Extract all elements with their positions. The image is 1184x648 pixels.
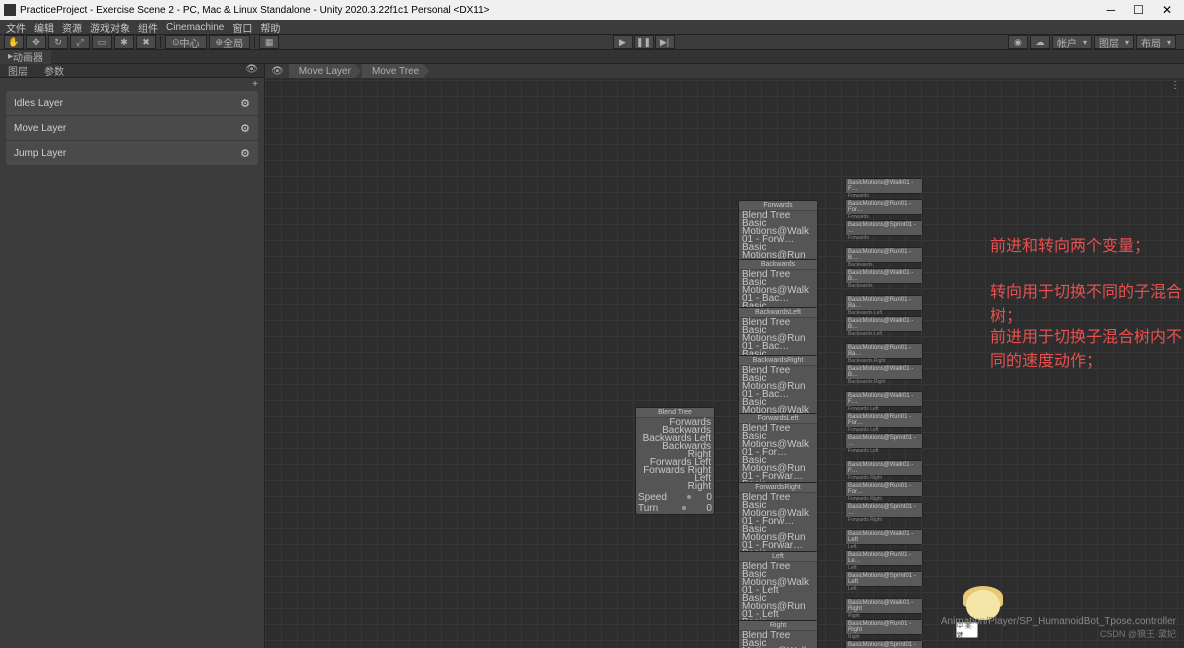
animator-canvas[interactable]: 👁 Move Layer Move Tree ⋮ Blend Tree Forw… xyxy=(265,64,1184,648)
node-motion-clip[interactable]: BasicMotions@Walk01 - LeftLeft xyxy=(845,529,923,545)
collab-icon[interactable]: ◉ xyxy=(1008,35,1028,49)
node-motion-clip[interactable]: BasicMotions@Walk01 - B…Backwards Left xyxy=(845,316,923,332)
credit: CSDN @狼王·黛妃 xyxy=(941,627,1176,640)
minimize-button[interactable]: ─ xyxy=(1107,3,1116,17)
tab-layers[interactable]: 图层 xyxy=(0,64,36,77)
node-motion-clip[interactable]: BasicMotions@Run01 - For…Forwards xyxy=(845,199,923,215)
node-motion-clip[interactable]: BasicMotions@Walk01 - B…Backwards xyxy=(845,268,923,284)
node-sub-blend-tree[interactable]: RightBlend TreeBasic Motions@Walk 01 - R… xyxy=(738,620,818,648)
rect-tool[interactable]: ▭ xyxy=(92,35,112,49)
layer-move[interactable]: Move Layer⚙ xyxy=(6,116,258,140)
custom-tool[interactable]: ✖ xyxy=(136,35,156,49)
node-motion-clip[interactable]: BasicMotions@Walk01 - F…Forwards Left xyxy=(845,391,923,407)
pivot-toggle[interactable]: ⊙中心 xyxy=(165,35,207,49)
auto-live-link-icon[interactable]: 👁 xyxy=(267,66,288,77)
node-motion-clip[interactable]: BasicMotions@Sprint01 - …Forwards Right xyxy=(845,502,923,518)
menu-window[interactable]: 窗口 xyxy=(232,20,252,35)
toolbar: ✋ ✥ ↻ ⤢ ▭ ✱ ✖ ⊙中心 ⊕全局 ▦ ▶ ❚❚ ▶| ◉ ☁ 帐户 图… xyxy=(0,34,1184,50)
space-toggle[interactable]: ⊕全局 xyxy=(209,35,251,49)
scale-tool[interactable]: ⤢ xyxy=(70,35,90,49)
add-layer-button[interactable]: + xyxy=(252,79,258,90)
annotation-3: 前进用于切换子混合树内不同的速度动作； xyxy=(990,323,1184,371)
node-motion-clip[interactable]: BasicMotions@Run01 - For…Forwards Right xyxy=(845,481,923,497)
node-motion-clip[interactable]: BasicMotions@Run01 - RightRight xyxy=(845,619,923,635)
menu-file[interactable]: 文件 xyxy=(6,20,26,35)
layout-dropdown[interactable]: 布局 xyxy=(1136,35,1176,49)
transform-tool[interactable]: ✱ xyxy=(114,35,134,49)
pause-button[interactable]: ❚❚ xyxy=(634,35,654,49)
panel-tabs: ▸ 动画器 xyxy=(0,50,1184,64)
canvas-menu-icon[interactable]: ⋮ xyxy=(1170,80,1180,91)
gear-icon[interactable]: ⚙ xyxy=(240,122,250,135)
cloud-icon[interactable]: ☁ xyxy=(1030,35,1050,49)
crumb-layer[interactable]: Move Layer xyxy=(289,64,361,78)
node-motion-clip[interactable]: BasicMotions@Walk01 - RightRight xyxy=(845,598,923,614)
node-motion-clip[interactable]: BasicMotions@Sprint01 - …Right xyxy=(845,640,923,648)
node-motion-clip[interactable]: BasicMotions@Walk01 - F…Forwards xyxy=(845,178,923,194)
menu-help[interactable]: 帮助 xyxy=(260,20,280,35)
node-blend-tree-root[interactable]: Blend Tree ForwardsBackwardsBackwards Le… xyxy=(635,407,715,515)
gear-icon[interactable]: ⚙ xyxy=(240,97,250,110)
step-button[interactable]: ▶| xyxy=(655,35,675,49)
maximize-button[interactable]: ☐ xyxy=(1133,3,1144,17)
hand-tool[interactable]: ✋ xyxy=(4,35,24,49)
menubar: 文件 编辑 资源 游戏对象 组件 Cinemachine 窗口 帮助 xyxy=(0,20,1184,34)
unity-icon xyxy=(4,4,16,16)
breadcrumb: 👁 Move Layer Move Tree xyxy=(265,64,1184,78)
move-tool[interactable]: ✥ xyxy=(26,35,46,49)
node-motion-clip[interactable]: BasicMotions@Walk01 - F…Forwards Right xyxy=(845,460,923,476)
footer: Animation/Player/SP_HumanoidBot_Tpose.co… xyxy=(941,616,1176,640)
layer-jump[interactable]: Jump Layer⚙ xyxy=(6,141,258,165)
snap-toggle[interactable]: ▦ xyxy=(259,35,279,49)
titlebar: PracticeProject - Exercise Scene 2 - PC,… xyxy=(0,0,1184,20)
layers-dropdown[interactable]: 图层 xyxy=(1094,35,1134,49)
annotation-1: 前进和转向两个变量； xyxy=(990,232,1150,256)
window-title: PracticeProject - Exercise Scene 2 - PC,… xyxy=(20,5,490,16)
rotate-tool[interactable]: ↻ xyxy=(48,35,68,49)
node-motion-clip[interactable]: BasicMotions@Walk01 - B…Backwards Right xyxy=(845,364,923,380)
menu-component[interactable]: 组件 xyxy=(138,20,158,35)
asset-path: Animation/Player/SP_HumanoidBot_Tpose.co… xyxy=(941,616,1176,627)
crumb-tree[interactable]: Move Tree xyxy=(362,64,429,78)
node-motion-clip[interactable]: BasicMotions@Sprint01 - LeftLeft xyxy=(845,571,923,587)
menu-assets[interactable]: 资源 xyxy=(62,20,82,35)
play-button[interactable]: ▶ xyxy=(613,35,633,49)
close-button[interactable]: ✕ xyxy=(1162,3,1172,17)
tab-parameters[interactable]: 参数 xyxy=(36,64,72,77)
node-motion-clip[interactable]: BasicMotions@Sprint01 - …Forwards Left xyxy=(845,433,923,449)
node-motion-clip[interactable]: BasicMotions@Run01 - B…Backwards xyxy=(845,247,923,263)
menu-cinemachine[interactable]: Cinemachine xyxy=(166,22,224,33)
sidebar: 图层 参数 👁 + Idles Layer⚙ Move Layer⚙ Jump … xyxy=(0,64,265,648)
node-motion-clip[interactable]: BasicMotions@Run01 - Ba…Backwards Left xyxy=(845,295,923,311)
layer-idles[interactable]: Idles Layer⚙ xyxy=(6,91,258,115)
node-motion-clip[interactable]: BasicMotions@Run01 - Le…Left xyxy=(845,550,923,566)
node-motion-clip[interactable]: BasicMotions@Sprint01 - …Forwards xyxy=(845,220,923,236)
menu-gameobject[interactable]: 游戏对象 xyxy=(90,20,130,35)
node-motion-clip[interactable]: BasicMotions@Run01 - For…Forwards Left xyxy=(845,412,923,428)
gear-icon[interactable]: ⚙ xyxy=(240,147,250,160)
menu-edit[interactable]: 编辑 xyxy=(34,20,54,35)
account-dropdown[interactable]: 帐户 xyxy=(1052,35,1092,49)
node-motion-clip[interactable]: BasicMotions@Run01 - Ba…Backwards Right xyxy=(845,343,923,359)
eye-icon[interactable]: 👁 xyxy=(245,64,264,77)
tab-animator[interactable]: ▸ 动画器 xyxy=(0,50,51,64)
annotation-2: 转向用于切换不同的子混合树； xyxy=(990,278,1184,326)
